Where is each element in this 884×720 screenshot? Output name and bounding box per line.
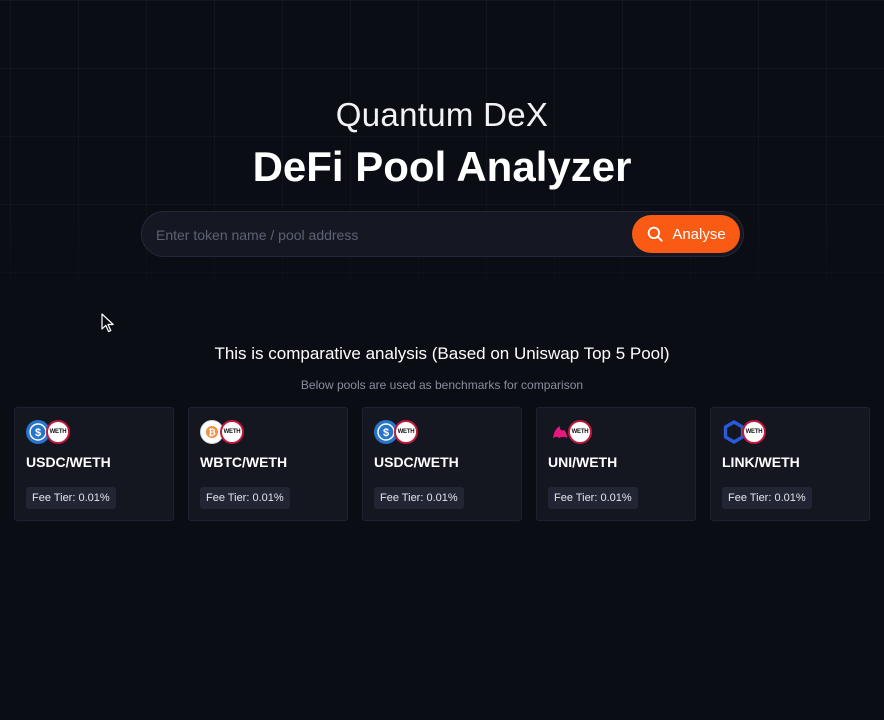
search-icon xyxy=(646,225,664,243)
hero: Quantum DeX DeFi Pool Analyzer xyxy=(0,95,884,193)
analyse-button-label: Analyse xyxy=(672,225,726,243)
pool-list: $ WETH USDC/WETH Fee Tier: 0.01% ₿ WETH … xyxy=(14,407,871,521)
search-bar: Analyse xyxy=(141,211,744,258)
section-heading: This is comparative analysis (Based on U… xyxy=(214,344,670,363)
pool-token-icons: $ WETH xyxy=(374,420,424,444)
fee-tier-badge: Fee Tier: 0.01% xyxy=(548,487,638,509)
section-subheading: Below pools are used as benchmarks for c… xyxy=(300,378,584,392)
page-title: DeFi Pool Analyzer xyxy=(252,143,632,190)
pool-card[interactable]: $ WETH USDC/WETH Fee Tier: 0.01% xyxy=(362,407,522,521)
pool-token-icons: WETH xyxy=(548,420,598,444)
weth-icon: WETH xyxy=(46,420,70,444)
svg-text:$: $ xyxy=(383,427,389,439)
pool-name: LINK/WETH xyxy=(722,454,800,470)
pool-card[interactable]: WETH LINK/WETH Fee Tier: 0.01% xyxy=(710,407,870,521)
fee-tier-badge: Fee Tier: 0.01% xyxy=(200,487,290,509)
pool-card[interactable]: WETH UNI/WETH Fee Tier: 0.01% xyxy=(536,407,696,521)
svg-text:$: $ xyxy=(35,427,41,439)
search-input[interactable] xyxy=(154,212,618,258)
pool-name: USDC/WETH xyxy=(374,454,459,470)
weth-icon: WETH xyxy=(568,420,592,444)
hero-subtitle: Quantum DeX xyxy=(335,96,549,133)
pool-name: WBTC/WETH xyxy=(200,454,288,470)
fee-tier-badge: Fee Tier: 0.01% xyxy=(722,487,812,509)
analyse-button[interactable]: Analyse xyxy=(632,215,740,253)
weth-icon: WETH xyxy=(394,420,418,444)
pool-token-icons: WETH xyxy=(722,420,772,444)
mouse-cursor-icon xyxy=(101,313,115,338)
weth-icon: WETH xyxy=(220,420,244,444)
fee-tier-badge: Fee Tier: 0.01% xyxy=(26,487,116,509)
weth-icon: WETH xyxy=(742,420,766,444)
pool-token-icons: ₿ WETH xyxy=(200,420,250,444)
pool-token-icons: $ WETH xyxy=(26,420,76,444)
pool-card[interactable]: $ WETH USDC/WETH Fee Tier: 0.01% xyxy=(14,407,174,521)
fee-tier-badge: Fee Tier: 0.01% xyxy=(374,487,464,509)
page: Quantum DeX DeFi Pool Analyzer Analyse T… xyxy=(0,0,884,720)
svg-text:₿: ₿ xyxy=(208,428,215,438)
pool-card[interactable]: ₿ WETH WBTC/WETH Fee Tier: 0.01% xyxy=(188,407,348,521)
pool-name: UNI/WETH xyxy=(548,454,618,470)
pool-name: USDC/WETH xyxy=(26,454,111,470)
